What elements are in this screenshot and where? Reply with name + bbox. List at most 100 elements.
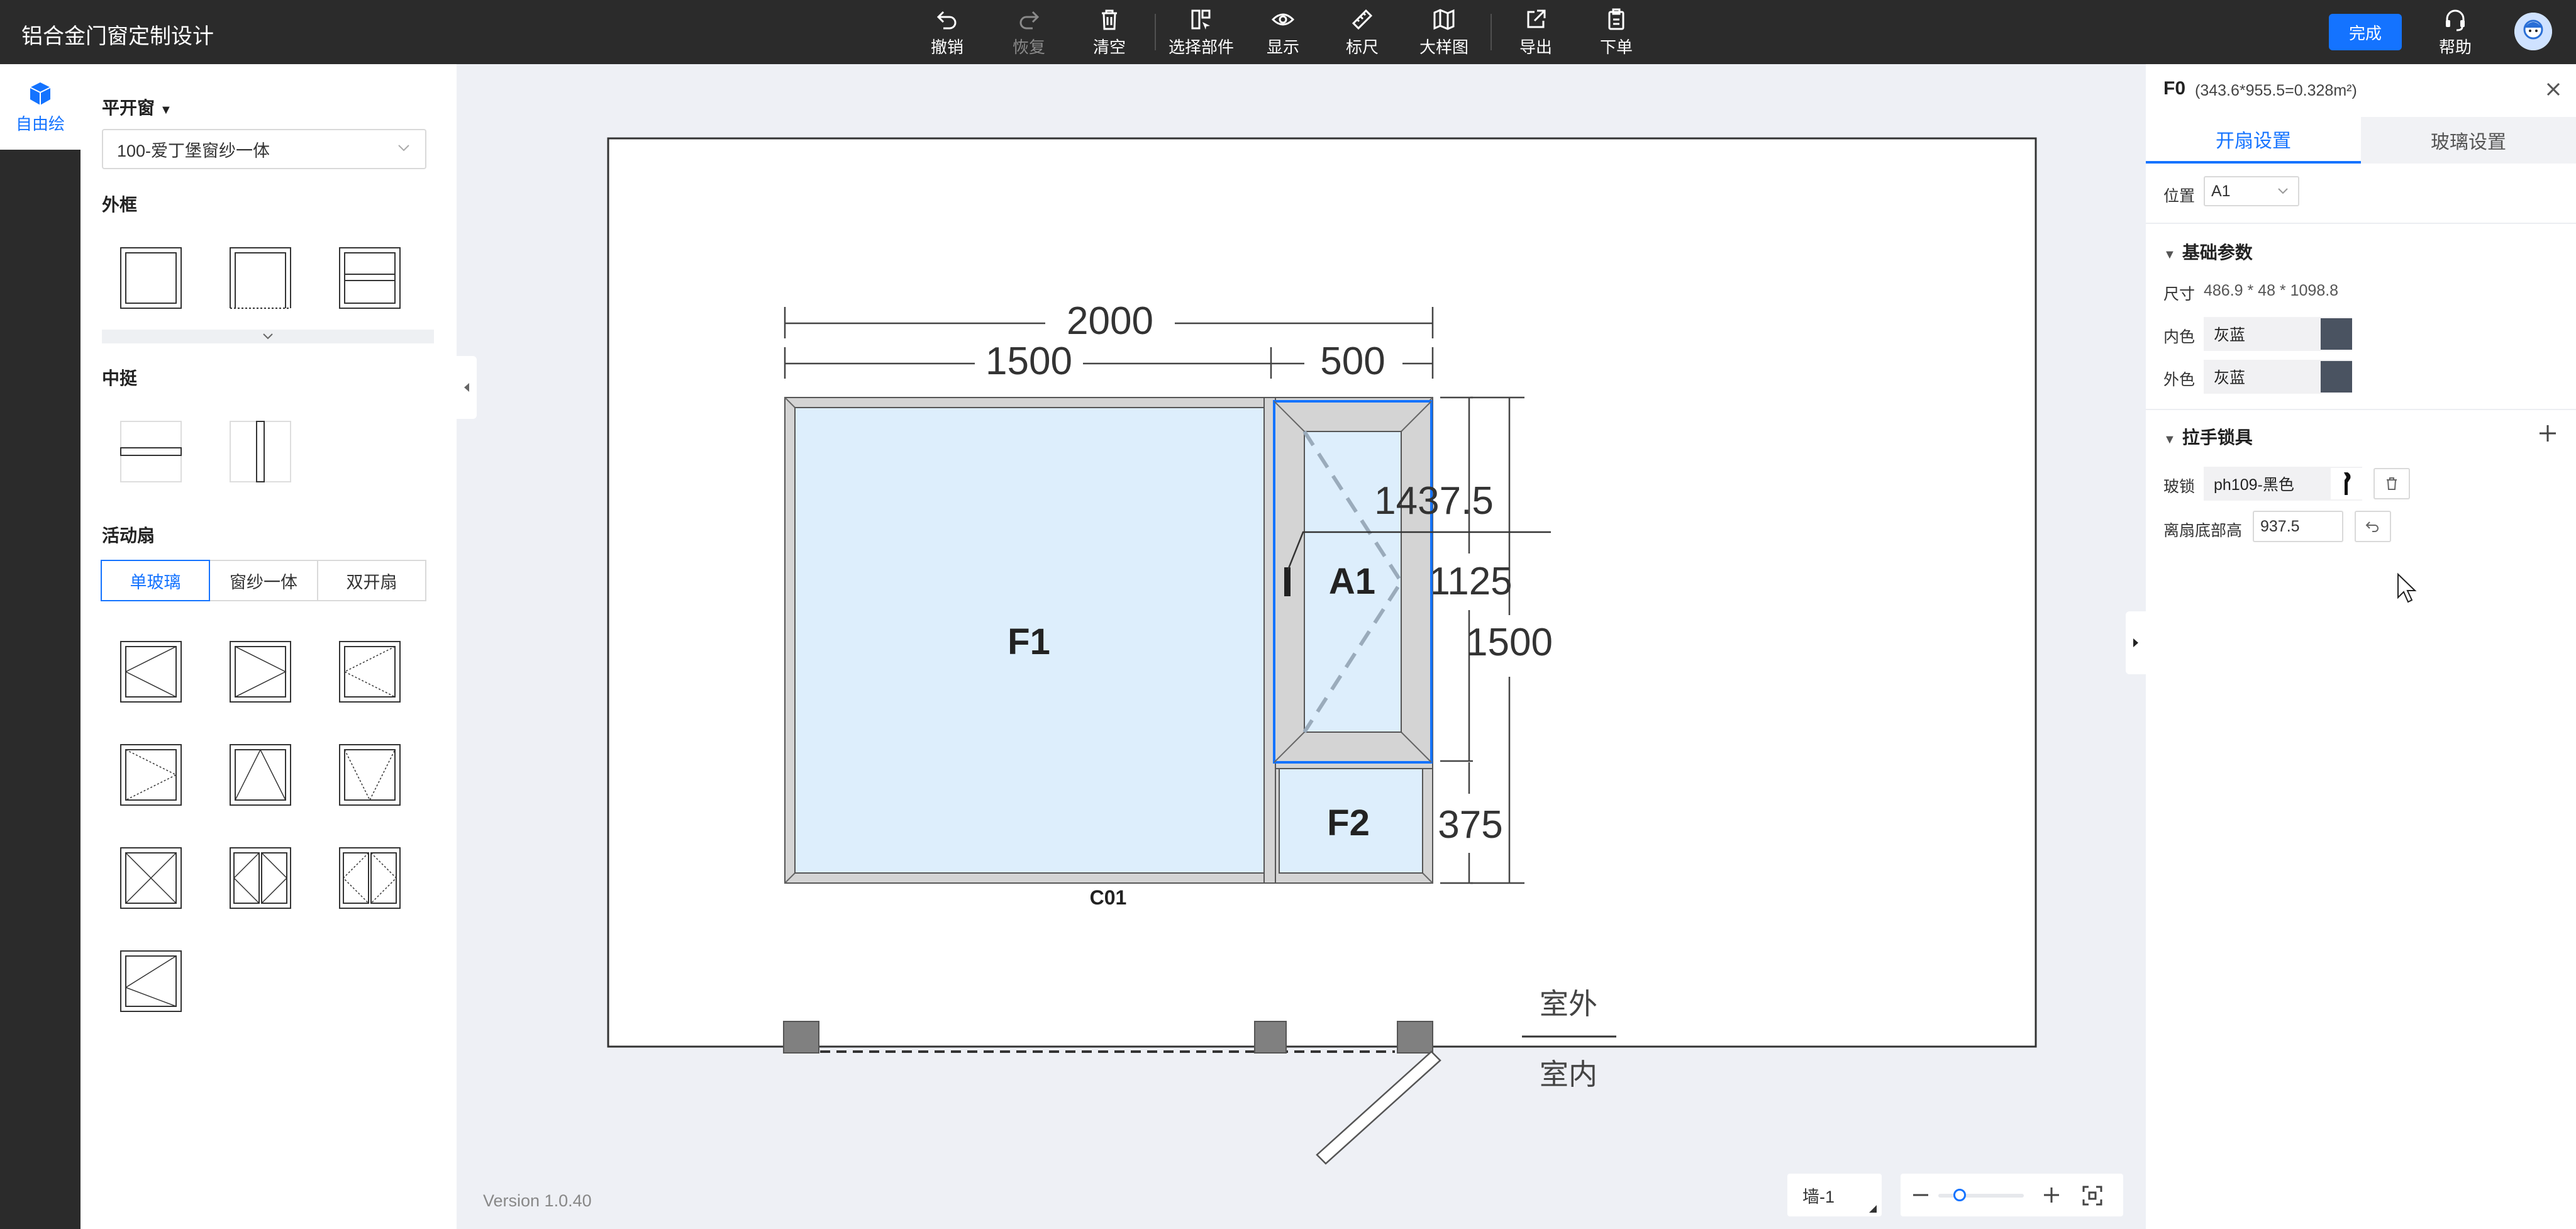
mullion-horizontal-icon bbox=[120, 421, 182, 482]
corner-caret-icon bbox=[1869, 1205, 1877, 1213]
outer-color-picker[interactable]: 灰蓝 bbox=[2204, 360, 2352, 394]
lock-select[interactable]: ph109-黑色 bbox=[2204, 467, 2362, 501]
order-label: 下单 bbox=[1599, 37, 1633, 57]
redo-label: 恢复 bbox=[1012, 37, 1045, 57]
display-button[interactable]: 显示 bbox=[1245, 4, 1321, 60]
window-drawing[interactable]: 2000 1500 500 1125 1500 375 1437.5 F1 A1… bbox=[457, 64, 2126, 1229]
sash-right-hinge-dashed-icon bbox=[120, 744, 182, 806]
frame-expand-bar[interactable] bbox=[102, 330, 434, 343]
sash-tab-screen-integrated[interactable]: 窗纱一体 bbox=[209, 560, 318, 601]
frame-thumb-open-bottom[interactable] bbox=[229, 247, 292, 309]
mullion-thumb-horizontal[interactable] bbox=[119, 420, 182, 483]
map-icon bbox=[1433, 8, 1455, 30]
sash-left-hinge-icon bbox=[120, 641, 182, 703]
window-type-dropdown[interactable]: 平开窗 ▼ bbox=[102, 94, 172, 120]
toolbar-divider bbox=[1155, 14, 1156, 50]
series-select[interactable]: 100-爱丁堡窗纱一体 bbox=[102, 129, 426, 169]
redo-icon bbox=[1019, 11, 1040, 29]
cube-icon bbox=[30, 82, 51, 105]
headset-icon bbox=[2446, 9, 2465, 31]
order-button[interactable]: 下单 bbox=[1579, 4, 1654, 60]
clipboard-icon bbox=[1608, 8, 1624, 30]
plan-sash-swing bbox=[1316, 1050, 1441, 1165]
sash-tab-single-glass[interactable]: 单玻璃 bbox=[101, 560, 210, 601]
frame-thumb-transom[interactable] bbox=[338, 247, 401, 309]
dim-f2-height: 375 bbox=[1438, 803, 1502, 847]
outer-frame-title: 外框 bbox=[102, 195, 138, 214]
tab-glass-settings[interactable]: 玻璃设置 bbox=[2361, 117, 2576, 164]
frame-thumb-full[interactable] bbox=[119, 247, 182, 309]
sash-tilt-turn-icon bbox=[120, 847, 182, 909]
avatar[interactable] bbox=[2514, 13, 2552, 50]
hardware-section[interactable]: ▼ 拉手锁具 bbox=[2163, 424, 2253, 449]
undo-button[interactable]: 撤销 bbox=[909, 4, 985, 60]
basic-params-title: 基础参数 bbox=[2182, 243, 2253, 262]
outer-color-swatch[interactable] bbox=[2321, 361, 2352, 392]
wall-value: 墙-1 bbox=[1802, 1187, 1835, 1206]
zoom-slider-handle[interactable] bbox=[1953, 1189, 1966, 1201]
sash-thumb-left-hinge[interactable] bbox=[119, 640, 182, 703]
sash-thumb-tilt-turn[interactable] bbox=[119, 847, 182, 909]
pane-a1-label: A1 bbox=[1329, 561, 1375, 602]
sash-thumb-double-casement-outward[interactable] bbox=[338, 847, 401, 909]
sash-tab-double-sash[interactable]: 双开扇 bbox=[317, 560, 426, 601]
height-label: 离扇底部高 bbox=[2163, 522, 2243, 540]
undo-label: 撤销 bbox=[930, 37, 963, 57]
mullion-thumb-vertical[interactable] bbox=[229, 420, 292, 483]
sash-left-hinge-alt-icon bbox=[120, 950, 182, 1012]
ruler-button[interactable]: 标尺 bbox=[1324, 4, 1400, 60]
zoom-slider-track[interactable] bbox=[1938, 1194, 2024, 1198]
help-button[interactable]: 帮助 bbox=[2418, 4, 2493, 60]
zoom-out-icon[interactable] bbox=[1912, 1187, 1929, 1203]
lock-value: ph109-黑色 bbox=[2214, 476, 2294, 494]
window-type-label: 平开窗 bbox=[102, 98, 155, 118]
dim-total-width: 2000 bbox=[1067, 299, 1153, 343]
zoom-in-icon[interactable] bbox=[2041, 1185, 2062, 1205]
free-draw-tab[interactable]: 自由绘 bbox=[0, 64, 80, 150]
export-button[interactable]: 导出 bbox=[1498, 4, 1574, 60]
position-value: A1 bbox=[2211, 182, 2231, 200]
tab-open-settings[interactable]: 开扇设置 bbox=[2146, 117, 2361, 164]
properties-panel: F0 (343.6*955.5=0.328m²) 开扇设置 玻璃设置 位置 A1… bbox=[2146, 64, 2576, 1229]
clear-label: 清空 bbox=[1092, 37, 1126, 57]
wall-select[interactable]: 墙-1 bbox=[1787, 1174, 1882, 1216]
inner-color-picker[interactable]: 灰蓝 bbox=[2204, 317, 2352, 351]
toolbar-divider bbox=[1491, 14, 1492, 50]
design-canvas[interactable]: 2000 1500 500 1125 1500 375 1437.5 F1 A1… bbox=[457, 64, 2145, 1229]
sash-thumb-right-hinge-outward[interactable] bbox=[119, 743, 182, 806]
close-icon[interactable] bbox=[2542, 78, 2565, 101]
right-panel-toggle[interactable] bbox=[2126, 611, 2146, 674]
basic-params-section[interactable]: ▼ 基础参数 bbox=[2163, 239, 2253, 264]
delete-lock-button[interactable] bbox=[2373, 468, 2410, 499]
inside-label: 室内 bbox=[1540, 1058, 1597, 1091]
frame-open-bottom-icon bbox=[230, 247, 291, 309]
sash-thumb-left-hinge-alt[interactable] bbox=[119, 950, 182, 1013]
top-toolbar: 铝合金门窗定制设计 撤销 恢复 清空 选择部件 显示 标尺 大样图 导出 下单 … bbox=[0, 0, 2576, 64]
inner-color-swatch[interactable] bbox=[2321, 318, 2352, 350]
add-hardware-icon[interactable] bbox=[2537, 423, 2558, 444]
component-panel: 平开窗 ▼ 100-爱丁堡窗纱一体 外框 中挺 活动扇 单玻璃 窗纱一体 双开扇 bbox=[80, 64, 457, 1229]
detail-drawing-button[interactable]: 大样图 bbox=[1406, 4, 1482, 60]
sash-thumb-right-hinge[interactable] bbox=[229, 640, 292, 703]
sash-thumb-top-hinge[interactable] bbox=[338, 743, 401, 806]
finish-button[interactable]: 完成 bbox=[2329, 14, 2402, 50]
select-parts-button[interactable]: 选择部件 bbox=[1163, 4, 1239, 60]
trash-icon bbox=[2387, 477, 2397, 490]
plan-post-left bbox=[783, 1021, 819, 1054]
caret-down-icon: ▼ bbox=[160, 103, 172, 117]
reset-height-button[interactable] bbox=[2355, 511, 2391, 542]
sash-right-hinge-icon bbox=[230, 641, 291, 703]
sash-thumb-double-casement[interactable] bbox=[229, 847, 292, 909]
position-select[interactable]: A1 bbox=[2204, 176, 2299, 206]
props-title: F0 bbox=[2163, 78, 2186, 99]
chevron-down-icon bbox=[263, 333, 273, 340]
sash-thumb-bottom-hinge[interactable] bbox=[229, 743, 292, 806]
redo-button[interactable]: 恢复 bbox=[991, 4, 1067, 60]
height-input[interactable]: 937.5 bbox=[2253, 511, 2343, 542]
dim-a1-height: 1125 bbox=[1428, 560, 1512, 603]
fit-screen-icon[interactable] bbox=[2082, 1185, 2103, 1206]
sash-thumb-left-hinge-outward[interactable] bbox=[338, 640, 401, 703]
clear-button[interactable]: 清空 bbox=[1072, 4, 1147, 60]
divider bbox=[2146, 409, 2576, 410]
pane-f1-label: F1 bbox=[1008, 621, 1050, 662]
